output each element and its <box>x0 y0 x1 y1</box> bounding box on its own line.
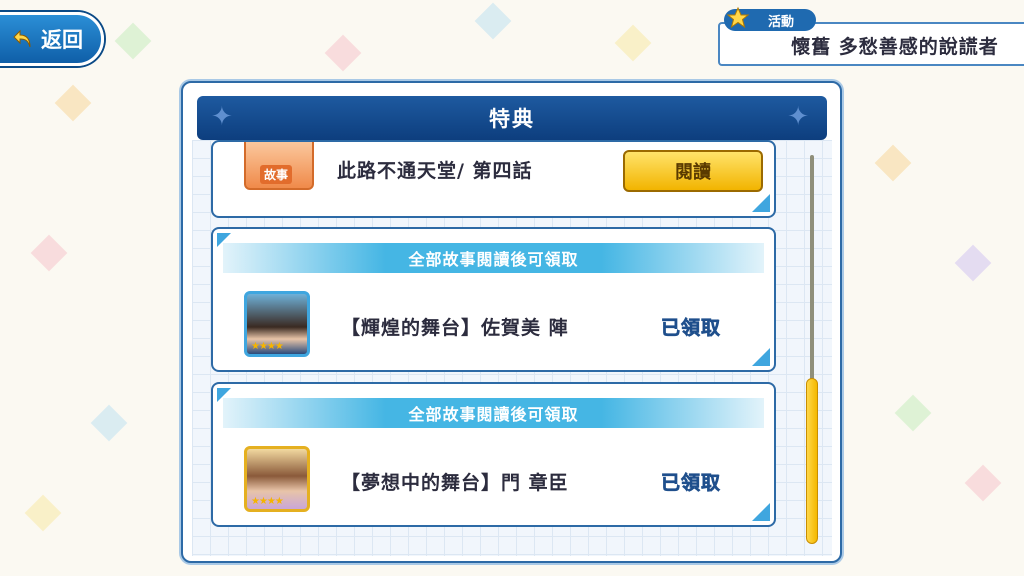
card-corner <box>752 503 770 521</box>
reward-name: 【夢想中的舞台】門 章臣 <box>341 472 569 494</box>
character-card-thumbnail[interactable]: ★★★★ <box>244 446 310 512</box>
bg-diamond <box>24 494 62 532</box>
event-title: 懷舊 多愁善感的說謊者 <box>791 36 999 58</box>
reward-condition-banner: 全部故事閱讀後可領取 <box>223 243 764 273</box>
rarity-stars: ★★★★ <box>251 496 284 507</box>
bg-diamond <box>964 464 1002 502</box>
claimed-status: 已領取 <box>661 472 722 495</box>
panel-title-text: 特典 <box>489 107 535 131</box>
bg-diamond <box>90 404 128 442</box>
story-card: 故事 此路不通天堂/ 第四話 閱讀 <box>211 140 776 218</box>
bg-diamond <box>614 24 652 62</box>
rarity-stars: ★★★★ <box>251 341 284 352</box>
reward-card: 全部故事閱讀後可領取 ★★★★ 【夢想中的舞台】門 章臣 已領取 <box>211 382 776 527</box>
claimed-status: 已領取 <box>661 317 722 340</box>
scrollbar-thumb[interactable] <box>806 378 818 544</box>
read-button[interactable]: 閱讀 <box>623 150 763 192</box>
scrollbar-track[interactable] <box>810 155 814 383</box>
back-button-label: 返回 <box>41 28 83 52</box>
character-card-thumbnail[interactable]: ★★★★ <box>244 291 310 357</box>
back-button[interactable]: 返回 <box>0 12 104 66</box>
bg-diamond <box>114 22 152 60</box>
reward-condition-banner: 全部故事閱讀後可領取 <box>223 398 764 428</box>
reward-card: 全部故事閱讀後可領取 ★★★★ 【輝煌的舞台】佐賀美 陣 已領取 <box>211 227 776 372</box>
bg-diamond <box>954 244 992 282</box>
sparkle-icon: ✦ <box>787 102 811 132</box>
story-icon-label: 故事 <box>260 165 293 184</box>
bg-diamond <box>30 234 68 272</box>
reward-name: 【輝煌的舞台】佐賀美 陣 <box>341 317 569 339</box>
card-corner <box>752 194 770 212</box>
bg-diamond <box>474 2 512 40</box>
bg-diamond <box>874 144 912 182</box>
bg-diamond <box>324 34 362 72</box>
star-icon <box>726 6 750 29</box>
panel-title: ✦ ✦ 特典 <box>197 96 827 140</box>
sparkle-icon: ✦ <box>211 102 235 132</box>
back-arrow-icon <box>13 29 31 48</box>
story-title: 此路不通天堂/ 第四話 <box>337 160 533 182</box>
bg-diamond <box>54 84 92 122</box>
bg-diamond <box>894 394 932 432</box>
story-icon: 故事 <box>244 142 314 190</box>
card-corner <box>752 348 770 366</box>
